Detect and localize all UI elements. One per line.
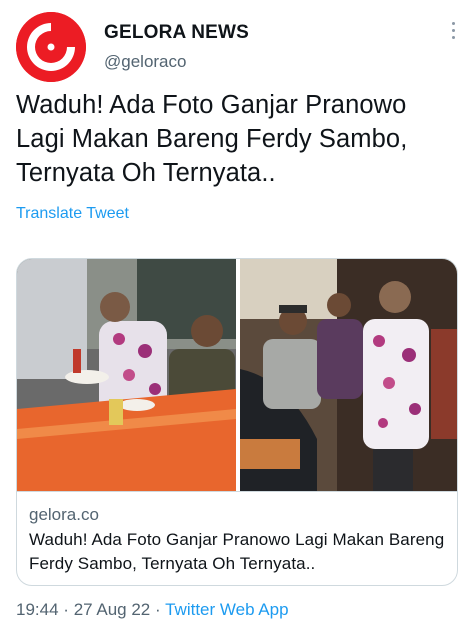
card-image[interactable]	[17, 259, 457, 491]
card-text[interactable]: gelora.co Waduh! Ada Foto Ganjar Pranowo…	[17, 491, 457, 585]
more-options-icon[interactable]	[450, 22, 456, 44]
display-name[interactable]: GELORA NEWS	[104, 22, 249, 44]
link-preview-card[interactable]: gelora.co Waduh! Ada Foto Ganjar Pranowo…	[16, 258, 458, 586]
photo-dining-scene	[17, 259, 236, 491]
card-title: Waduh! Ada Foto Ganjar Pranowo Lagi Maka…	[29, 530, 445, 573]
card-domain: gelora.co	[29, 505, 99, 524]
account-handle[interactable]: @geloraco	[104, 52, 186, 72]
meta-separator: ·	[63, 600, 69, 619]
tweet-meta: 19:44 · 27 Aug 22 · Twitter Web App	[16, 600, 289, 620]
tweet-time[interactable]: 19:44	[16, 600, 59, 619]
source-app-link[interactable]: Twitter Web App	[165, 600, 288, 619]
tweet-date[interactable]: 27 Aug 22	[74, 600, 151, 619]
tweet-header: GELORA NEWS @geloraco	[16, 12, 458, 82]
meta-separator: ·	[155, 600, 161, 619]
photo-standing-group	[240, 259, 457, 491]
tweet-text: Waduh! Ada Foto Ganjar Pranowo Lagi Maka…	[16, 91, 408, 187]
gelora-logo-icon[interactable]	[16, 12, 86, 82]
translate-tweet-link[interactable]: Translate Tweet	[16, 205, 129, 223]
